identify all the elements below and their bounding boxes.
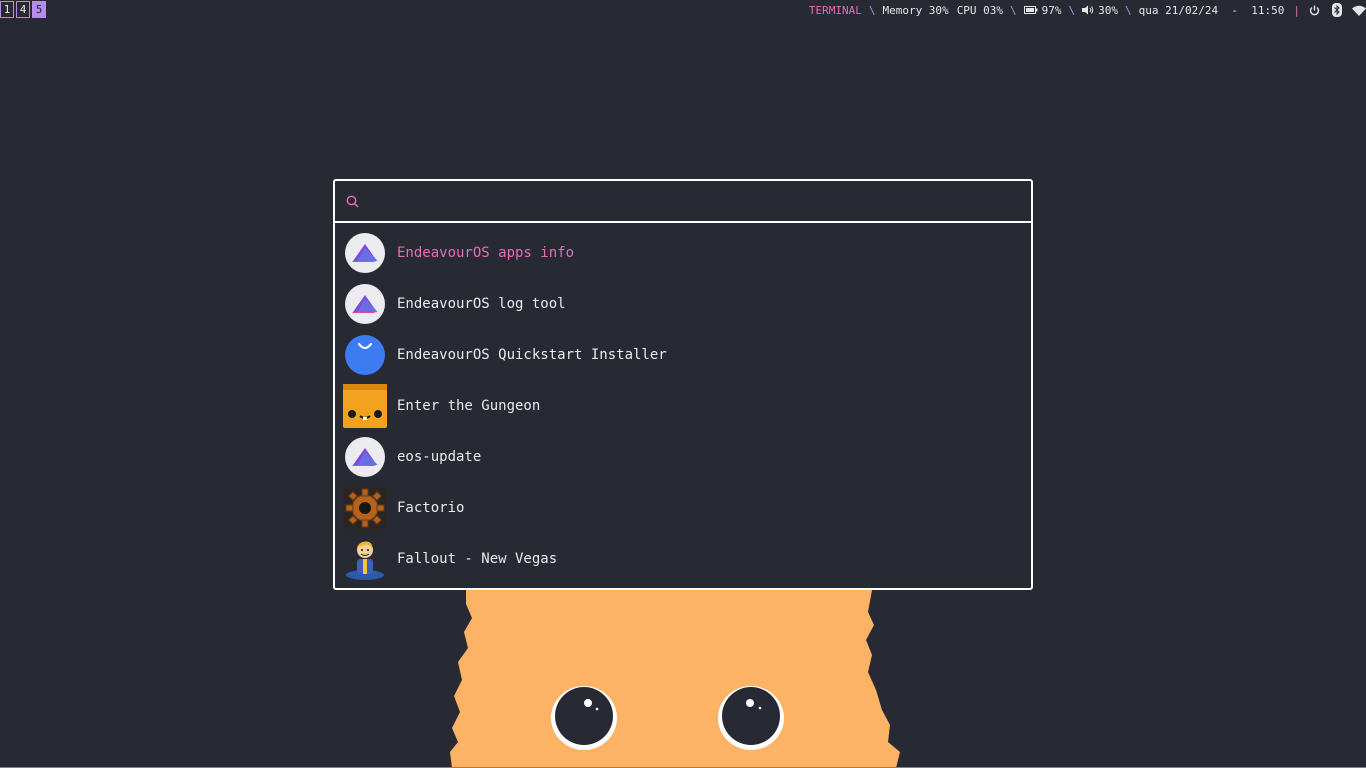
volume-level[interactable]: 30% [1098,4,1118,17]
workspace-5[interactable]: 5 [32,1,46,18]
power-icon[interactable] [1309,5,1320,16]
separator: \ [1068,3,1076,17]
wifi-icon[interactable] [1352,5,1366,16]
search-bar [335,181,1031,223]
workspace-switcher: 1 4 5 [0,1,46,18]
list-item-endeavouros-log-tool[interactable]: EndeavourOS log tool [335,279,1031,330]
app-label: eos-update [397,449,482,465]
quickstart-installer-icon [345,335,385,375]
top-bar: 1 4 5 TERMINAL \ Memory 30% CPU 03% \ 97… [0,0,1366,20]
app-launcher: EndeavourOS apps info EndeavourOS log to… [333,179,1033,590]
list-item-endeavouros-quickstart-installer[interactable]: EndeavourOS Quickstart Installer [335,330,1031,381]
cat-right-eye [718,686,784,750]
list-item-eos-update[interactable]: eos-update [335,432,1031,483]
bluetooth-icon[interactable] [1332,3,1342,17]
endeavouros-icon [345,233,385,273]
cat-head [450,590,900,768]
app-label: EndeavourOS Quickstart Installer [397,347,667,363]
list-item-endeavouros-apps-info[interactable]: EndeavourOS apps info [335,228,1031,279]
app-label: Factorio [397,500,465,516]
status-area: TERMINAL \ Memory 30% CPU 03% \ 97% \ 30… [809,0,1366,20]
list-item-enter-the-gungeon[interactable]: Enter the Gungeon [335,381,1031,432]
memory-usage: Memory 30% [882,3,949,17]
app-label: Fallout - New Vegas [397,551,558,567]
separator: \ [1010,3,1017,17]
cat-left-eye [551,686,617,750]
mode-indicator: TERMINAL [808,3,862,17]
battery-level: 97% [1041,3,1062,17]
desktop: 1 4 5 TERMINAL \ Memory 30% CPU 03% \ 97… [0,0,1366,768]
list-item-fallout-new-vegas[interactable]: Fallout - New Vegas [335,534,1031,585]
cpu-usage: CPU 03% [956,3,1004,17]
vault-boy-icon [346,541,384,580]
app-label: EndeavourOS apps info [397,245,575,261]
endeavouros-icon [345,284,385,324]
app-label: Enter the Gungeon [397,398,541,414]
workspace-4[interactable]: 4 [16,1,30,18]
date-time: qua 21/02/24 - 11:50 [1138,3,1285,17]
endeavouros-icon [345,437,385,477]
battery-icon [1023,5,1038,15]
volume-icon[interactable] [1082,5,1094,15]
app-list: EndeavourOS apps info EndeavourOS log to… [335,228,1031,585]
search-input[interactable] [369,189,993,215]
search-icon [346,194,360,213]
gungeon-icon [343,384,387,428]
factorio-gear-icon [343,486,387,530]
separator: \ [1125,3,1132,17]
app-label: EndeavourOS log tool [397,296,566,312]
separator: \ [868,3,876,17]
list-item-factorio[interactable]: Factorio [335,483,1031,534]
separator-pipe: | [1293,3,1300,17]
workspace-1[interactable]: 1 [0,1,14,18]
